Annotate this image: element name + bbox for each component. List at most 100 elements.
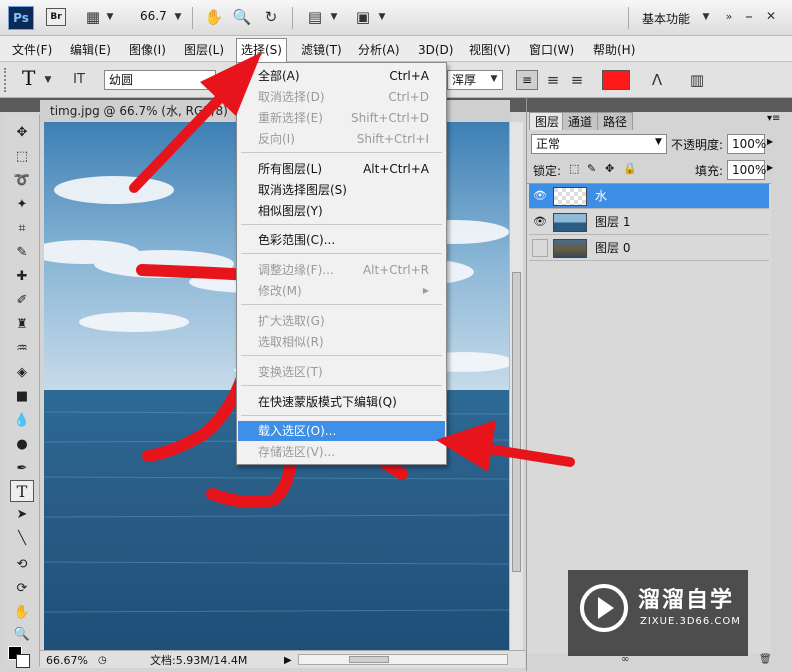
align-left-icon[interactable]: ≡ [516, 70, 538, 90]
hand-tool-icon[interactable]: ✋ [203, 7, 225, 27]
align-center-icon[interactable]: ≡ [542, 70, 564, 90]
background-color-swatch[interactable] [16, 654, 30, 668]
blend-mode-chevron-icon[interactable]: ▼ [655, 137, 662, 147]
menu-item-transform-selection[interactable]: 变换选区(T) [238, 362, 445, 382]
pen-tool-icon[interactable]: ✒ [10, 458, 34, 480]
menu-item-deselect[interactable]: 取消选择(D) Ctrl+D [238, 87, 445, 107]
3d-orbit-tool-icon[interactable]: ⟳ [10, 578, 34, 600]
tab-paths[interactable]: 路径 [597, 112, 634, 130]
warp-text-icon[interactable]: ⴷ [646, 70, 668, 90]
history-brush-tool-icon[interactable]: ♒ [10, 338, 34, 360]
menu-item-reselect[interactable]: 重新选择(E) Shift+Ctrl+D [238, 108, 445, 128]
menu-3d[interactable]: 3D(D) [414, 40, 457, 60]
menu-item-all[interactable]: 全部(A) Ctrl+A [238, 66, 445, 86]
zoom-tool-icon[interactable]: 🔍 [10, 624, 34, 646]
chevron-down-icon[interactable]: ▼ [104, 7, 116, 27]
lock-all-icon[interactable]: 🔒 [623, 162, 637, 175]
menu-item-inverse[interactable]: 反向(I) Shift+Ctrl+I [238, 129, 445, 149]
path-selection-tool-icon[interactable]: ➤ [10, 504, 34, 526]
film-strip-icon[interactable]: ▦ [82, 7, 104, 27]
3d-rotate-tool-icon[interactable]: ⟲ [10, 554, 34, 576]
screen-mode-chevron-icon[interactable]: ▼ [376, 7, 388, 27]
bridge-button[interactable]: Br [46, 8, 66, 26]
menu-item-deselect-layers[interactable]: 取消选择图层(S) [238, 180, 445, 200]
menu-help[interactable]: 帮助(H) [589, 40, 639, 60]
menu-image[interactable]: 图像(I) [125, 40, 170, 60]
preset-chevron-icon[interactable]: ▼ [42, 70, 54, 90]
visibility-toggle[interactable] [532, 239, 548, 257]
menu-item-grow[interactable]: 扩大选取(G) [238, 311, 445, 331]
delete-layer-icon[interactable]: 🗑 [759, 654, 772, 665]
arrange-chevron-icon[interactable]: ▼ [328, 7, 340, 27]
menu-item-similar[interactable]: 选取相似(R) [238, 332, 445, 352]
menu-select[interactable]: 选择(S) [236, 38, 287, 62]
screen-mode-icon[interactable]: ▣ [352, 7, 374, 27]
type-tool-preset-icon[interactable]: T [22, 66, 35, 90]
menu-item-save-selection[interactable]: 存储选区(V)... [238, 442, 445, 462]
layer-row[interactable]: 👁 水 [529, 184, 769, 209]
align-right-icon[interactable]: ≡ [566, 70, 588, 90]
text-orientation-icon[interactable]: IT [68, 70, 90, 90]
menu-file[interactable]: 文件(F) [8, 40, 56, 60]
character-panel-icon[interactable]: ▥ [686, 70, 708, 90]
close-icon[interactable]: ✕ [762, 6, 780, 26]
menu-item-similar-layers[interactable]: 相似图层(Y) [238, 201, 445, 221]
zoom-tool-icon[interactable]: 🔍 [231, 7, 253, 27]
menu-item-refine-edge[interactable]: 调整边缘(F)... Alt+Ctrl+R [238, 260, 445, 280]
blend-mode-select[interactable]: 正常 [531, 134, 667, 154]
eye-icon[interactable]: 👁 [532, 187, 548, 205]
rotate-view-icon[interactable]: ↻ [260, 7, 282, 27]
canvas-vertical-scrollbar[interactable] [509, 122, 523, 650]
menu-item-all-layers[interactable]: 所有图层(L) Alt+Ctrl+A [238, 159, 445, 179]
minimize-icon[interactable]: – [740, 6, 758, 26]
lasso-tool-icon[interactable]: ➰ [10, 170, 34, 192]
move-tool-icon[interactable]: ✥ [10, 122, 34, 144]
horizontal-scroll-thumb[interactable] [349, 656, 389, 663]
eraser-tool-icon[interactable]: ◈ [10, 362, 34, 384]
zoom-level-field[interactable]: 66.7 [140, 9, 167, 23]
eyedropper-tool-icon[interactable]: ✎ [10, 242, 34, 264]
status-arrow-icon[interactable]: ▶ [284, 652, 292, 669]
crop-tool-icon[interactable]: ⌗ [10, 218, 34, 240]
eye-icon[interactable]: 👁 [532, 213, 548, 231]
blur-tool-icon[interactable]: 💧 [10, 410, 34, 432]
menu-layer[interactable]: 图层(L) [180, 40, 228, 60]
line-tool-icon[interactable]: ╲ [10, 528, 34, 550]
opacity-field[interactable]: 100% [727, 134, 766, 154]
workspace-arrows-icon[interactable]: » [720, 7, 738, 27]
menu-item-color-range[interactable]: 色彩范围(C)... [238, 230, 445, 250]
status-info-icon[interactable]: ◷ [98, 652, 107, 669]
font-family-field[interactable]: 幼圆 [104, 70, 216, 90]
menu-item-load-selection[interactable]: 载入选区(O)... [238, 421, 445, 441]
brush-tool-icon[interactable]: ✐ [10, 290, 34, 312]
tab-channels[interactable]: 通道 [562, 112, 599, 130]
magic-wand-tool-icon[interactable]: ✦ [10, 194, 34, 216]
opacity-arrow-icon[interactable]: ▶ [767, 137, 773, 146]
hand-tool-icon[interactable]: ✋ [10, 602, 34, 624]
menu-view[interactable]: 视图(V) [465, 40, 515, 60]
menu-analysis[interactable]: 分析(A) [354, 40, 404, 60]
panel-menu-icon[interactable]: ▾≡ [767, 113, 780, 124]
healing-brush-tool-icon[interactable]: ✚ [10, 266, 34, 288]
antialias-chevron-icon[interactable]: ▼ [488, 72, 500, 86]
type-tool-icon[interactable]: T [10, 480, 34, 502]
status-zoom[interactable]: 66.67% [46, 652, 88, 669]
zoom-dropdown-chevron-icon[interactable]: ▼ [172, 7, 184, 27]
lock-transparent-icon[interactable]: ⬚ [569, 162, 579, 175]
menu-edit[interactable]: 编辑(E) [66, 40, 115, 60]
fill-field[interactable]: 100% [727, 160, 766, 180]
clone-stamp-tool-icon[interactable]: ♜ [10, 314, 34, 336]
marquee-tool-icon[interactable]: ⬚ [10, 146, 34, 168]
menu-filter[interactable]: 滤镜(T) [297, 40, 346, 60]
scrollbar-thumb[interactable] [512, 272, 521, 572]
workspace-switcher[interactable]: 基本功能 [642, 10, 690, 27]
arrange-documents-icon[interactable]: ▤ [304, 7, 326, 27]
tab-layers[interactable]: 图层 [529, 112, 566, 130]
gradient-tool-icon[interactable]: ■ [10, 386, 34, 408]
workspace-chevron-icon[interactable]: ▼ [700, 7, 712, 27]
menu-item-quick-mask[interactable]: 在快速蒙版模式下编辑(Q) [238, 392, 445, 412]
canvas-horizontal-scrollbar[interactable] [298, 654, 508, 665]
menu-window[interactable]: 窗口(W) [525, 40, 578, 60]
layer-row[interactable]: 图层 0 [529, 236, 769, 261]
layer-row[interactable]: 👁 图层 1 [529, 210, 769, 235]
